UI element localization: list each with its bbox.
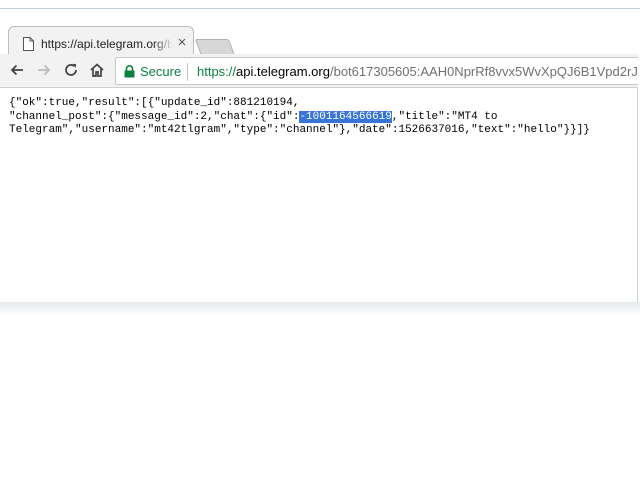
omnibox-divider bbox=[187, 63, 188, 81]
lock-icon bbox=[124, 65, 135, 78]
security-label: Secure bbox=[140, 64, 182, 79]
browser-toolbar: Secure https://api.telegram.org/bot61730… bbox=[0, 54, 638, 88]
json-response: {"ok":true,"result":[{"update_id":881210… bbox=[9, 97, 634, 138]
url-scheme: https:// bbox=[197, 64, 237, 79]
reload-icon bbox=[65, 63, 77, 76]
tab-title: https://api.telegram.org/b bbox=[41, 37, 173, 51]
window-shadow bbox=[0, 302, 640, 316]
json-line-2-after: ,"title":"MT4 to bbox=[391, 110, 498, 123]
forward-button[interactable] bbox=[33, 59, 55, 81]
close-tab-icon[interactable]: × bbox=[175, 35, 189, 50]
home-icon bbox=[90, 63, 104, 77]
selected-chat-id[interactable]: -1001164566619 bbox=[299, 110, 392, 123]
json-line-3: Telegram","username":"mt42tlgram","type"… bbox=[9, 124, 590, 136]
json-line-2-before: "channel_post":{"message_id":2,"chat":{"… bbox=[9, 110, 300, 123]
home-button[interactable] bbox=[86, 59, 108, 81]
page-icon bbox=[23, 37, 34, 51]
tab-strip: https://api.telegram.org/b × bbox=[0, 9, 638, 62]
address-bar[interactable]: Secure https://api.telegram.org/bot61730… bbox=[115, 57, 638, 85]
json-line-1: {"ok":true,"result":[{"update_id":881210… bbox=[9, 97, 300, 109]
url-path: /bot617305605:AAH0NprRf8vvx5WvXpQJ6B1Vpd… bbox=[329, 64, 638, 79]
url-text[interactable]: https://api.telegram.org/bot617305605:AA… bbox=[197, 64, 638, 79]
back-button[interactable] bbox=[6, 59, 28, 81]
back-arrow-icon bbox=[10, 64, 23, 76]
url-host: api.telegram.org bbox=[236, 64, 330, 79]
reload-button[interactable] bbox=[60, 59, 82, 81]
forward-arrow-icon bbox=[38, 64, 51, 76]
